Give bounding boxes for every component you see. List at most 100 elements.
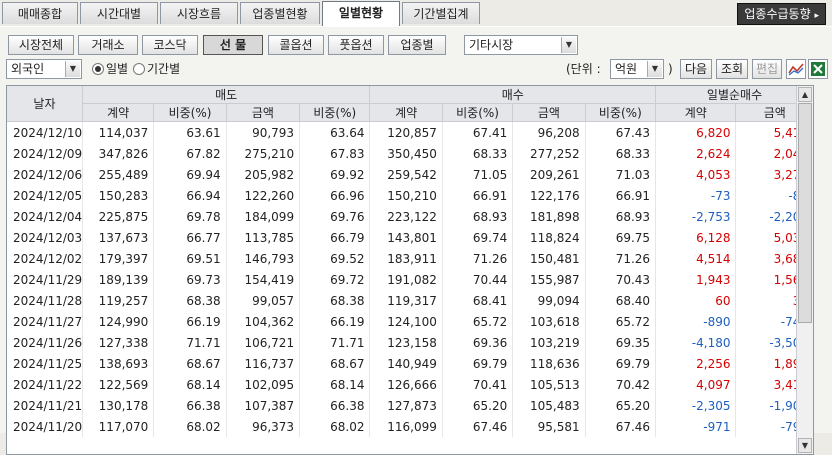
value-cell: 69.52 [299,248,371,269]
value-cell: 106,721 [226,332,301,353]
vertical-scrollbar[interactable]: ▲ ▼ [796,86,813,454]
date-cell: 2024/11/25 [7,353,83,374]
table-row[interactable]: 2024/12/10 114,037 63.61 90,793 63.64 120,857… [7,121,813,143]
value-cell: 124,990 [82,311,155,332]
value-cell: 68.02 [153,416,227,437]
value-cell: 68.93 [442,206,514,227]
other-market-select[interactable]: 기타시장 ▼ [464,35,578,55]
date-cell: 2024/11/28 [7,290,83,311]
table-row[interactable]: 2024/11/25 138,693 68.67 116,737 68.67 140,94… [7,353,813,374]
value-cell: 150,481 [512,248,586,269]
tab-sector-status[interactable]: 업종별현황 [240,2,320,24]
table-row[interactable]: 2024/11/22 122,569 68.14 102,095 68.14 126,66… [7,374,813,395]
market-put-button[interactable]: 풋옵션 [328,35,384,55]
value-cell: 65.72 [442,311,514,332]
value-cell: 223,122 [369,206,443,227]
chevron-down-icon: ▼ [647,61,662,77]
tab-trade-summary[interactable]: 매매종합 [2,2,78,24]
table-row[interactable]: 2024/12/05 150,283 66.94 122,260 66.96 150,21… [7,185,813,206]
value-cell: 126,666 [369,374,443,395]
table-row[interactable]: 2024/12/04 225,875 69.78 184,099 69.76 223,12… [7,206,813,227]
value-cell: 69.35 [585,332,657,353]
daily-radio[interactable] [92,63,104,75]
table-row[interactable]: 2024/12/09 347,826 67.82 275,210 67.83 350,45… [7,143,813,164]
value-cell: 114,037 [82,121,155,143]
value-cell: 117,070 [82,416,155,437]
net-contracts-header[interactable]: 계약 [655,103,737,122]
value-cell: 63.64 [299,121,371,143]
sell-amount-ratio-header[interactable]: 비중(%) [299,103,371,122]
tab-period-total[interactable]: 기간별집계 [402,2,480,24]
date-cell: 2024/11/29 [7,269,83,290]
scroll-thumb[interactable] [798,103,812,323]
market-all-button[interactable]: 시장전체 [8,35,74,55]
value-cell: 191,082 [369,269,443,290]
table-row[interactable]: 2024/11/29 189,139 69.73 154,419 69.72 191,08… [7,269,813,290]
value-cell: 350,450 [369,143,443,164]
period-radio[interactable] [133,63,145,75]
table-row[interactable]: 2024/11/28 119,257 68.38 99,057 68.38 119,317… [7,290,813,311]
value-cell: 69.79 [442,353,514,374]
sell-contract-ratio-header[interactable]: 비중(%) [153,103,227,122]
unit-label: (단위 : [566,62,601,76]
buy-contracts-header[interactable]: 계약 [369,103,443,122]
value-cell: 4,097 [655,374,737,395]
buy-amount-header[interactable]: 금액 [512,103,586,122]
market-futures-button[interactable]: 선 물 [203,35,263,55]
value-cell: 123,158 [369,332,443,353]
date-header[interactable]: 날자 [7,86,83,122]
value-cell: 116,737 [226,353,301,374]
sell-contracts-header[interactable]: 계약 [82,103,155,122]
table-row[interactable]: 2024/11/20 117,070 68.02 96,373 68.02 116,099… [7,416,813,437]
value-cell: 127,873 [369,395,443,416]
market-call-button[interactable]: 콜옵션 [268,35,324,55]
value-cell: 119,317 [369,290,443,311]
value-cell: 255,489 [82,164,155,185]
value-cell: 122,176 [512,185,586,206]
value-cell: 68.67 [299,353,371,374]
sell-amount-header[interactable]: 금액 [226,103,301,122]
edit-button[interactable]: 편집 [752,59,782,79]
market-kospi-button[interactable]: 거래소 [78,35,138,55]
chevron-down-icon: ▼ [65,61,80,77]
value-cell: 71.71 [299,332,371,353]
value-cell: 122,569 [82,374,155,395]
investor-select[interactable]: 외국인 ▼ [6,59,82,79]
chart-icon[interactable] [786,59,806,79]
value-cell: 146,793 [226,248,301,269]
value-cell: 67.43 [585,121,657,143]
table-row[interactable]: 2024/12/02 179,397 69.51 146,793 69.52 183,91… [7,248,813,269]
value-cell: 68.93 [585,206,657,227]
scroll-down-icon[interactable]: ▼ [798,438,812,453]
table-row[interactable]: 2024/12/03 137,673 66.77 113,785 66.79 143,80… [7,227,813,248]
table-row[interactable]: 2024/11/26 127,338 71.71 106,721 71.71 123,15… [7,332,813,353]
excel-icon[interactable] [808,59,828,79]
date-cell: 2024/12/06 [7,164,83,185]
value-cell: 66.19 [299,311,371,332]
value-cell: 150,283 [82,185,155,206]
scroll-up-icon[interactable]: ▲ [798,87,812,102]
table-row[interactable]: 2024/11/27 124,990 66.19 104,362 66.19 124,10… [7,311,813,332]
value-cell: 66.19 [153,311,227,332]
query-button[interactable]: 조회 [716,59,748,79]
sector-flow-button[interactable]: 업종수급동향 ▸ [737,3,826,25]
buy-contract-ratio-header[interactable]: 비중(%) [442,103,514,122]
main-panel: 시장전체 거래소 코스닥 선 물 콜옵션 풋옵션 업종별 기타시장 ▼ 외국인 … [0,26,832,455]
value-cell: 179,397 [82,248,155,269]
table-row[interactable]: 2024/11/21 130,178 66.38 107,387 66.38 127,87… [7,395,813,416]
market-kosdaq-button[interactable]: 코스닥 [142,35,198,55]
next-button[interactable]: 다음 [680,59,712,79]
value-cell: 66.77 [153,227,227,248]
tab-market-flow[interactable]: 시장흐름 [160,2,238,24]
value-cell: 69.76 [299,206,371,227]
value-cell: 68.40 [585,290,657,311]
buy-amount-ratio-header[interactable]: 비중(%) [585,103,657,122]
unit-select[interactable]: 억원 ▼ [610,59,664,79]
value-cell: 71.03 [585,164,657,185]
tab-time-slot[interactable]: 시간대별 [80,2,158,24]
market-sector-button[interactable]: 업종별 [388,35,446,55]
value-cell: 143,801 [369,227,443,248]
value-cell: 116,099 [369,416,443,437]
table-row[interactable]: 2024/12/06 255,489 69.94 205,982 69.92 259,54… [7,164,813,185]
tab-daily-status[interactable]: 일별현황 [322,1,400,26]
